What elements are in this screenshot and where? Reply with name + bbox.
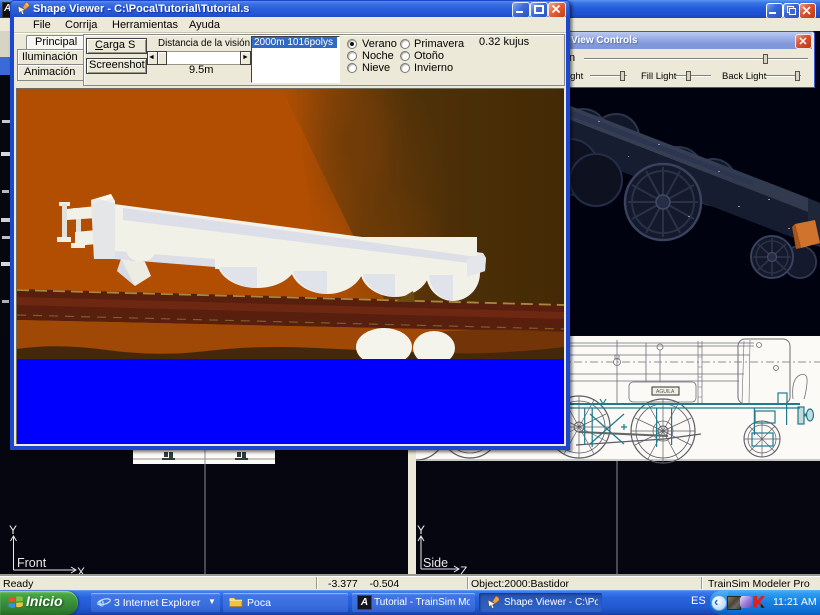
svg-text:X: X [77,565,85,576]
svg-text:Y: Y [417,523,425,537]
svg-text:AGUILA: AGUILA [656,389,675,395]
svg-text:Front: Front [17,556,47,570]
svg-text:Side: Side [423,556,448,570]
svg-text:e: e [99,595,105,609]
svg-text:Y: Y [9,523,17,537]
svg-text:Z: Z [460,564,467,576]
